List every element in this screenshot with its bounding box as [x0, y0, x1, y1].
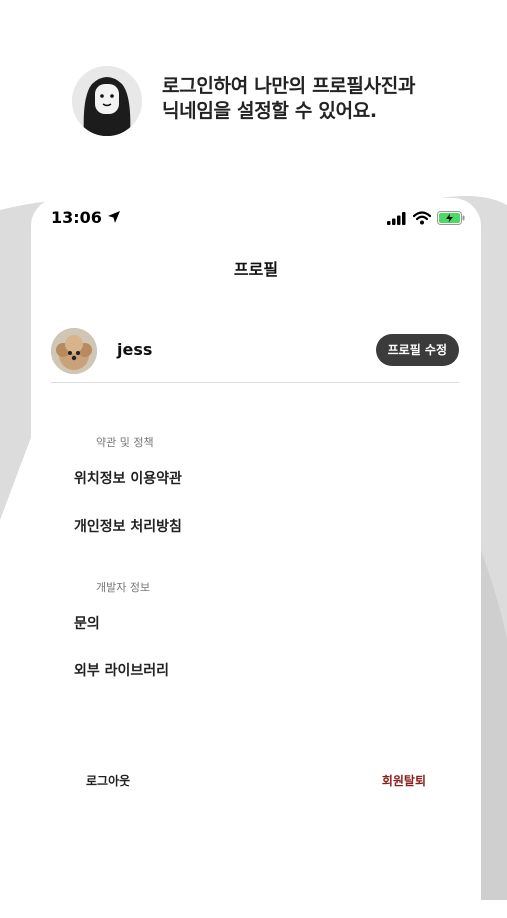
menu-item-location-terms[interactable]: 위치정보 이용약관: [74, 468, 182, 488]
menu-item-external-libraries[interactable]: 외부 라이브러리: [74, 660, 169, 680]
location-arrow-icon: [108, 211, 120, 223]
section-label-developer: 개발자 정보: [96, 581, 151, 594]
page-title: 프로필: [233, 260, 279, 279]
battery-charging-icon: [437, 211, 465, 225]
cellular-signal-icon: [387, 212, 406, 225]
promo-text-line1: 로그인하여 나만의 프로필사진과: [162, 75, 416, 97]
wifi-icon: [413, 211, 431, 225]
section-label-terms: 약관 및 정책: [96, 436, 154, 449]
promo-avatar-illustration: [72, 66, 142, 136]
menu-item-privacy-policy[interactable]: 개인정보 처리방침: [74, 516, 182, 536]
logout-button[interactable]: 로그아웃: [86, 772, 130, 789]
username: jess: [117, 340, 153, 359]
withdraw-button[interactable]: 회원탈퇴: [382, 772, 426, 789]
user-avatar: [51, 328, 97, 374]
divider: [51, 382, 459, 383]
status-time: 13:06: [51, 208, 102, 227]
phone-screen: 13:06 프로필 jess 프로필 수정 약관 및 정책 위치정보 이용약관 …: [31, 198, 481, 918]
edit-profile-button[interactable]: 프로필 수정: [375, 334, 459, 366]
menu-item-contact[interactable]: 문의: [74, 613, 100, 633]
puppy-avatar-icon: [51, 328, 97, 374]
profile-row: jess 프로필 수정: [51, 326, 459, 376]
status-bar: 13:06: [51, 208, 471, 230]
login-promo: 로그인하여 나만의 프로필사진과 닉네임을 설정할 수 있어요.: [72, 66, 492, 136]
status-indicators: [385, 210, 465, 226]
person-illustration-icon: [72, 66, 142, 136]
promo-text-line2: 닉네임을 설정할 수 있어요.: [162, 100, 377, 122]
